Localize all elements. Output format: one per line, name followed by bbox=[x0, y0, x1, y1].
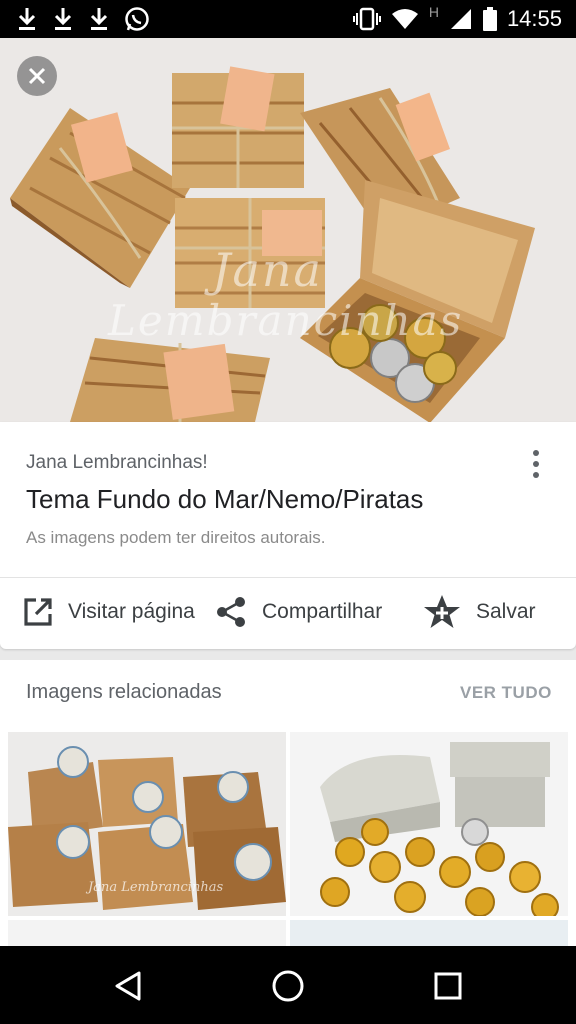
divider bbox=[0, 577, 576, 578]
copyright-notice: As imagens podem ter direitos autorais. bbox=[26, 528, 326, 547]
back-button[interactable] bbox=[104, 962, 152, 1010]
share-icon bbox=[217, 597, 245, 627]
treasure-chest-coins-thumb bbox=[290, 732, 568, 916]
clock: 14:55 bbox=[506, 6, 562, 31]
more-vert-icon bbox=[533, 461, 539, 467]
close-icon bbox=[28, 67, 46, 85]
hero-image[interactable]: Jana Lembrancinhas bbox=[0, 38, 576, 422]
battery-icon bbox=[482, 7, 497, 31]
related-image-thumb[interactable] bbox=[290, 920, 568, 946]
whatsapp-icon bbox=[125, 7, 149, 31]
image-title[interactable]: Tema Fundo do Mar/Nemo/Piratas bbox=[26, 484, 423, 515]
watermark-text: Jana Lembrancinhas bbox=[88, 880, 224, 895]
home-button[interactable] bbox=[264, 962, 312, 1010]
status-bar: H 14:55 bbox=[0, 0, 576, 38]
source-name[interactable]: Jana Lembrancinhas! bbox=[26, 452, 208, 474]
watermark-text: Jana bbox=[212, 243, 323, 297]
related-image-thumb[interactable]: Jana Lembrancinhas bbox=[8, 732, 286, 916]
more-vert-icon bbox=[533, 450, 539, 456]
visit-page-button[interactable]: Visitar página bbox=[22, 588, 195, 636]
share-label: Compartilhar bbox=[262, 600, 383, 623]
signal-icon bbox=[450, 9, 471, 29]
home-icon bbox=[272, 970, 304, 1002]
download-icon bbox=[54, 8, 72, 30]
more-vert-icon bbox=[533, 472, 539, 478]
download-icon bbox=[90, 8, 108, 30]
open-in-new-icon bbox=[24, 598, 52, 626]
related-image-thumb[interactable] bbox=[8, 920, 286, 946]
back-icon bbox=[115, 971, 141, 1001]
download-icon bbox=[18, 8, 36, 30]
navigation-bar bbox=[0, 946, 576, 1024]
watermark-text: Lembrancinhas bbox=[108, 296, 464, 345]
save-button[interactable]: Salvar bbox=[422, 588, 536, 636]
network-type-label: H bbox=[428, 4, 439, 20]
tag bbox=[163, 343, 235, 420]
visit-page-label: Visitar página bbox=[68, 600, 195, 623]
share-button[interactable]: Compartilhar bbox=[214, 588, 382, 636]
see-all-link[interactable]: VER TUDO bbox=[460, 683, 552, 703]
more-options-button[interactable] bbox=[522, 444, 550, 484]
wooden-boxes-photo bbox=[0, 38, 576, 422]
recents-button[interactable] bbox=[424, 962, 472, 1010]
related-images-title: Imagens relacionadas bbox=[26, 681, 222, 703]
vibrate-icon bbox=[352, 7, 381, 31]
related-image-thumb[interactable] bbox=[290, 732, 568, 916]
close-button[interactable] bbox=[17, 56, 57, 96]
recents-icon bbox=[434, 972, 462, 1000]
save-label: Salvar bbox=[476, 600, 536, 623]
star-add-icon bbox=[424, 595, 460, 628]
wifi-icon bbox=[391, 9, 418, 29]
